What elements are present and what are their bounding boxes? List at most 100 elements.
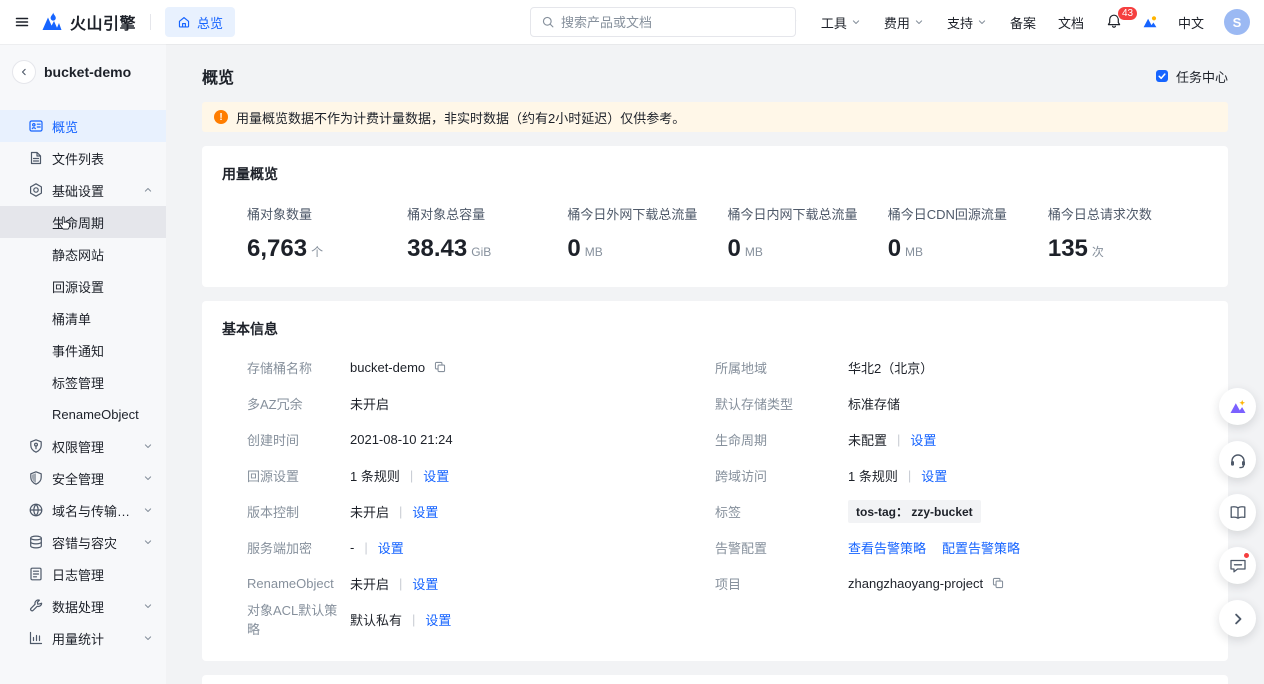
divider: | xyxy=(897,432,900,447)
sidebar-item-fault-tolerance[interactable]: 容错与容灾 xyxy=(0,526,166,558)
sidebar-item-security-management[interactable]: 安全管理 xyxy=(0,462,166,494)
info-label: 标签 xyxy=(715,502,848,521)
sidebar-item-label: 桶清单 xyxy=(52,309,154,328)
nav-support[interactable]: 支持 xyxy=(947,13,988,32)
brand-logo[interactable]: 火山引擎 xyxy=(40,10,136,34)
sidebar-item-data-processing[interactable]: 数据处理 xyxy=(0,590,166,622)
basic-info-card: 基本信息 存储桶名称bucket-demo多AZ冗余未开启创建时间2021-08… xyxy=(202,301,1228,661)
sidebar-item-static-website[interactable]: 静态网站 xyxy=(0,238,166,270)
float-customer-support-button[interactable] xyxy=(1219,441,1256,478)
info-row-tags: 标签tos-tag： zzy-bucket xyxy=(715,493,1208,529)
hamburger-menu-button[interactable] xyxy=(8,8,36,36)
global-search[interactable] xyxy=(530,7,796,37)
stat-unit: 个 xyxy=(311,243,323,260)
info-value-wrap: 未开启|设置 xyxy=(350,574,438,593)
sidebar-item-basic-settings[interactable]: 基础设置 xyxy=(0,174,166,206)
sidebar-item-label: 基础设置 xyxy=(52,181,134,200)
sidebar-item-file-list[interactable]: 文件列表 xyxy=(0,142,166,174)
header-icons: 43 中文 S xyxy=(1106,9,1250,35)
stat-value-row: 0MB xyxy=(567,235,727,263)
info-label: 存储桶名称 xyxy=(247,358,350,377)
stat-unit: MB xyxy=(905,245,923,259)
float-documentation-button[interactable] xyxy=(1219,494,1256,531)
settings-link[interactable]: 设置 xyxy=(425,610,451,629)
sidebar-item-label: 事件通知 xyxy=(52,341,154,360)
stat-value: 0 xyxy=(567,235,580,263)
files-icon xyxy=(28,150,44,166)
avatar[interactable]: S xyxy=(1224,9,1250,35)
top-nav: 企业工具费用支持备案文档 xyxy=(758,13,1084,32)
copy-icon[interactable] xyxy=(991,576,1005,590)
notifications-button[interactable]: 43 xyxy=(1106,13,1122,32)
sidebar-item-bucket-inventory[interactable]: 桶清单 xyxy=(0,302,166,334)
nav-tools[interactable]: 工具 xyxy=(821,13,862,32)
back-button[interactable] xyxy=(12,60,36,84)
sidebar-item-lifecycle[interactable]: 生命周期 xyxy=(0,206,166,238)
info-label: 跨域访问 xyxy=(715,466,848,485)
chevron-down-icon xyxy=(142,600,154,612)
nav-billing[interactable]: 费用 xyxy=(884,13,925,32)
page-header: 概览 任务中心 xyxy=(202,64,1228,88)
sidebar-item-log-management[interactable]: 日志管理 xyxy=(0,558,166,590)
settings-link[interactable]: 设置 xyxy=(412,574,438,593)
info-value-wrap: 2021-08-10 21:24 xyxy=(350,432,453,447)
logs-icon xyxy=(28,566,44,582)
notification-badge: 43 xyxy=(1117,6,1138,21)
console-overview-button[interactable]: 总览 xyxy=(165,7,235,37)
info-label: 所属地域 xyxy=(715,358,848,377)
alarm-policy-link[interactable]: 配置告警策略 xyxy=(942,538,1020,557)
info-value-wrap: 查看告警策略配置告警策略 xyxy=(848,538,1020,557)
nav-label: 工具 xyxy=(821,13,847,32)
nav-label: 备案 xyxy=(1010,13,1036,32)
stat-value: 0 xyxy=(888,235,901,263)
info-row-versioning: 版本控制未开启|设置 xyxy=(247,493,715,529)
benefits-icon[interactable] xyxy=(1142,14,1158,30)
task-center-button[interactable]: 任务中心 xyxy=(1154,67,1228,86)
divider: | xyxy=(364,540,367,555)
float-feedback-button[interactable] xyxy=(1219,547,1256,584)
sidebar-item-overview[interactable]: 概览 xyxy=(0,110,166,142)
chevron-down-icon xyxy=(142,504,154,516)
settings-link[interactable]: 设置 xyxy=(412,502,438,521)
nav-icp-filing[interactable]: 备案 xyxy=(1010,13,1036,32)
permission-icon xyxy=(28,438,44,454)
nav-docs[interactable]: 文档 xyxy=(1058,13,1084,32)
sidebar-item-usage-statistics[interactable]: 用量统计 xyxy=(0,622,166,654)
stat-label: 桶对象总容量 xyxy=(407,204,567,223)
sidebar-item-label: RenameObject xyxy=(52,407,154,422)
info-value: 未开启 xyxy=(350,502,389,521)
info-label: 告警配置 xyxy=(715,538,848,557)
info-row-bucket-name: 存储桶名称bucket-demo xyxy=(247,349,715,385)
info-value: - xyxy=(350,540,354,555)
stat-label: 桶今日外网下载总流量 xyxy=(567,204,727,223)
search-input[interactable] xyxy=(561,15,785,30)
sidebar-item-permission-management[interactable]: 权限管理 xyxy=(0,430,166,462)
page-title: 概览 xyxy=(202,64,234,88)
chevron-up-icon xyxy=(142,184,154,196)
usage-overview-card: 用量概览 桶对象数量6,763个桶对象总容量38.43GiB桶今日外网下载总流量… xyxy=(202,146,1228,287)
float-collapse-panel-button[interactable] xyxy=(1219,600,1256,637)
language-switcher[interactable]: 中文 xyxy=(1178,13,1204,32)
info-value-wrap: 未配置|设置 xyxy=(848,430,936,449)
sidebar-item-domain-acceleration[interactable]: 域名与传输加速 xyxy=(0,494,166,526)
info-value: 1 条规则 xyxy=(848,466,898,485)
settings-link[interactable]: 设置 xyxy=(910,430,936,449)
sidebar-item-event-notification[interactable]: 事件通知 xyxy=(0,334,166,366)
sidebar-item-origin-settings[interactable]: 回源设置 xyxy=(0,270,166,302)
usage-stats: 桶对象数量6,763个桶对象总容量38.43GiB桶今日外网下载总流量0MB桶今… xyxy=(222,184,1208,269)
float-ai-assistant-button[interactable] xyxy=(1219,388,1256,425)
copy-icon[interactable] xyxy=(433,360,447,374)
settings-link[interactable]: 设置 xyxy=(423,466,449,485)
sidebar-item-label: 标签管理 xyxy=(52,373,154,392)
alarm-policy-link[interactable]: 查看告警策略 xyxy=(848,538,926,557)
sidebar-item-label: 容错与容灾 xyxy=(52,533,134,552)
sidebar-item-label: 静态网站 xyxy=(52,245,154,264)
settings-link[interactable]: 设置 xyxy=(378,538,404,557)
sidebar-item-tag-management[interactable]: 标签管理 xyxy=(0,366,166,398)
settings-link[interactable]: 设置 xyxy=(921,466,947,485)
info-value-wrap: 1 条规则|设置 xyxy=(350,466,449,485)
overview-button-label: 总览 xyxy=(197,13,223,32)
info-label: 创建时间 xyxy=(247,430,350,449)
sidebar-item-rename-object[interactable]: RenameObject xyxy=(0,398,166,430)
sidebar-menu: 概览文件列表基础设置生命周期静态网站回源设置桶清单事件通知标签管理 RenameO… xyxy=(0,94,166,654)
